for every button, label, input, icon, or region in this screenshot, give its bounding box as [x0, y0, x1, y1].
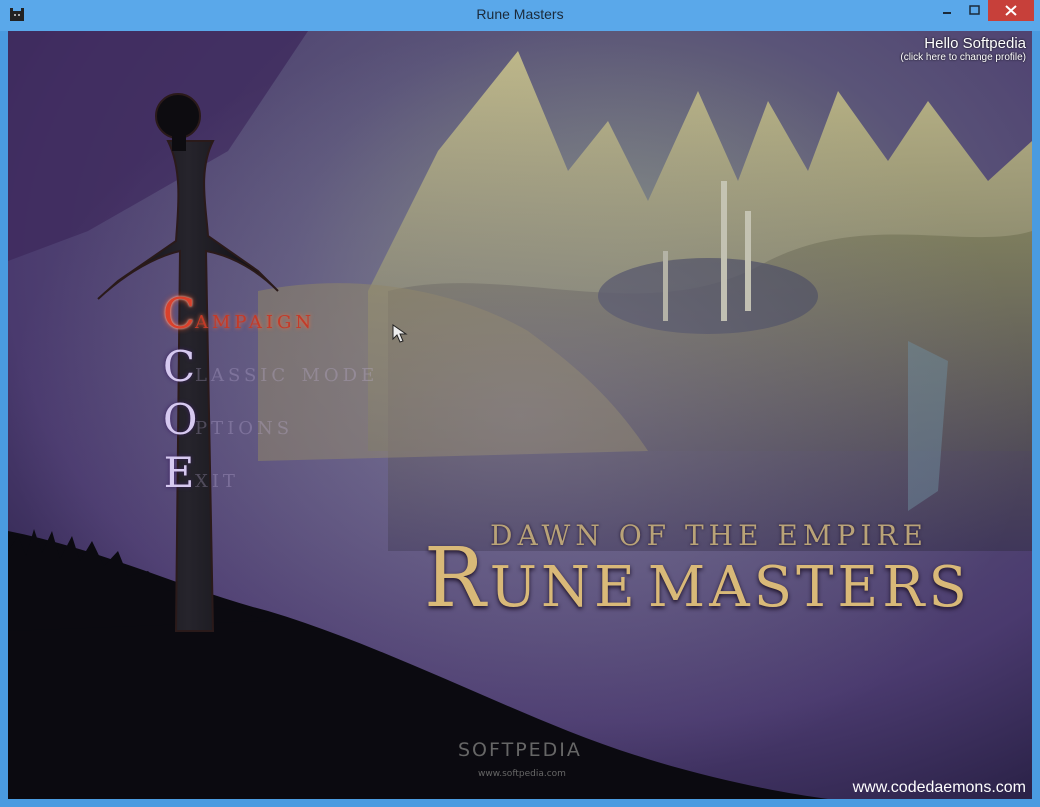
close-icon	[1005, 5, 1017, 16]
profile-hint: (click here to change profile)	[900, 52, 1026, 63]
menu-item-label: ampaign	[195, 305, 316, 335]
close-button[interactable]	[988, 0, 1034, 21]
maximize-button[interactable]	[961, 0, 987, 21]
profile-link[interactable]: Hello Softpedia (click here to change pr…	[900, 35, 1026, 63]
fantasy-landscape-background	[8, 31, 1032, 799]
menu-item-label: xit	[195, 464, 239, 494]
menu-item-initial: C	[163, 289, 196, 338]
game-viewport[interactable]: Hello Softpedia (click here to change pr…	[8, 31, 1032, 799]
watermark-url: www.softpedia.com	[478, 769, 566, 779]
menu-item-classic-mode[interactable]: Classic mode	[163, 342, 378, 395]
menu-item-label: ptions	[195, 411, 294, 441]
profile-greeting: Hello Softpedia	[924, 35, 1026, 52]
main-menu: Campaign Classic mode Options Exit	[163, 289, 378, 501]
developer-site-link[interactable]: www.codedaemons.com	[853, 779, 1026, 797]
game-window: Rune Masters Hello Softpedia (click here…	[0, 0, 1040, 807]
menu-item-initial: E	[163, 448, 195, 497]
minimize-button[interactable]	[934, 0, 960, 21]
mouse-cursor-icon	[392, 324, 408, 343]
maximize-icon	[969, 5, 980, 15]
logo-initial: R	[424, 531, 490, 626]
game-logo: RUNE MASTERS	[424, 531, 971, 626]
minimize-icon	[943, 12, 951, 14]
logo-word-rune: UNE	[489, 555, 639, 620]
watermark-brand: SOFTPEDIA	[458, 739, 582, 761]
window-title: Rune Masters	[476, 6, 564, 22]
logo-word-masters: MASTERS	[647, 555, 971, 620]
menu-item-exit[interactable]: Exit	[163, 448, 378, 501]
menu-item-campaign[interactable]: Campaign	[163, 289, 378, 342]
menu-item-options[interactable]: Options	[163, 395, 378, 448]
menu-item-initial: C	[163, 342, 196, 391]
menu-item-label: lassic mode	[195, 358, 379, 388]
title-bar[interactable]: Rune Masters	[0, 0, 1040, 31]
menu-item-initial: O	[163, 395, 198, 444]
